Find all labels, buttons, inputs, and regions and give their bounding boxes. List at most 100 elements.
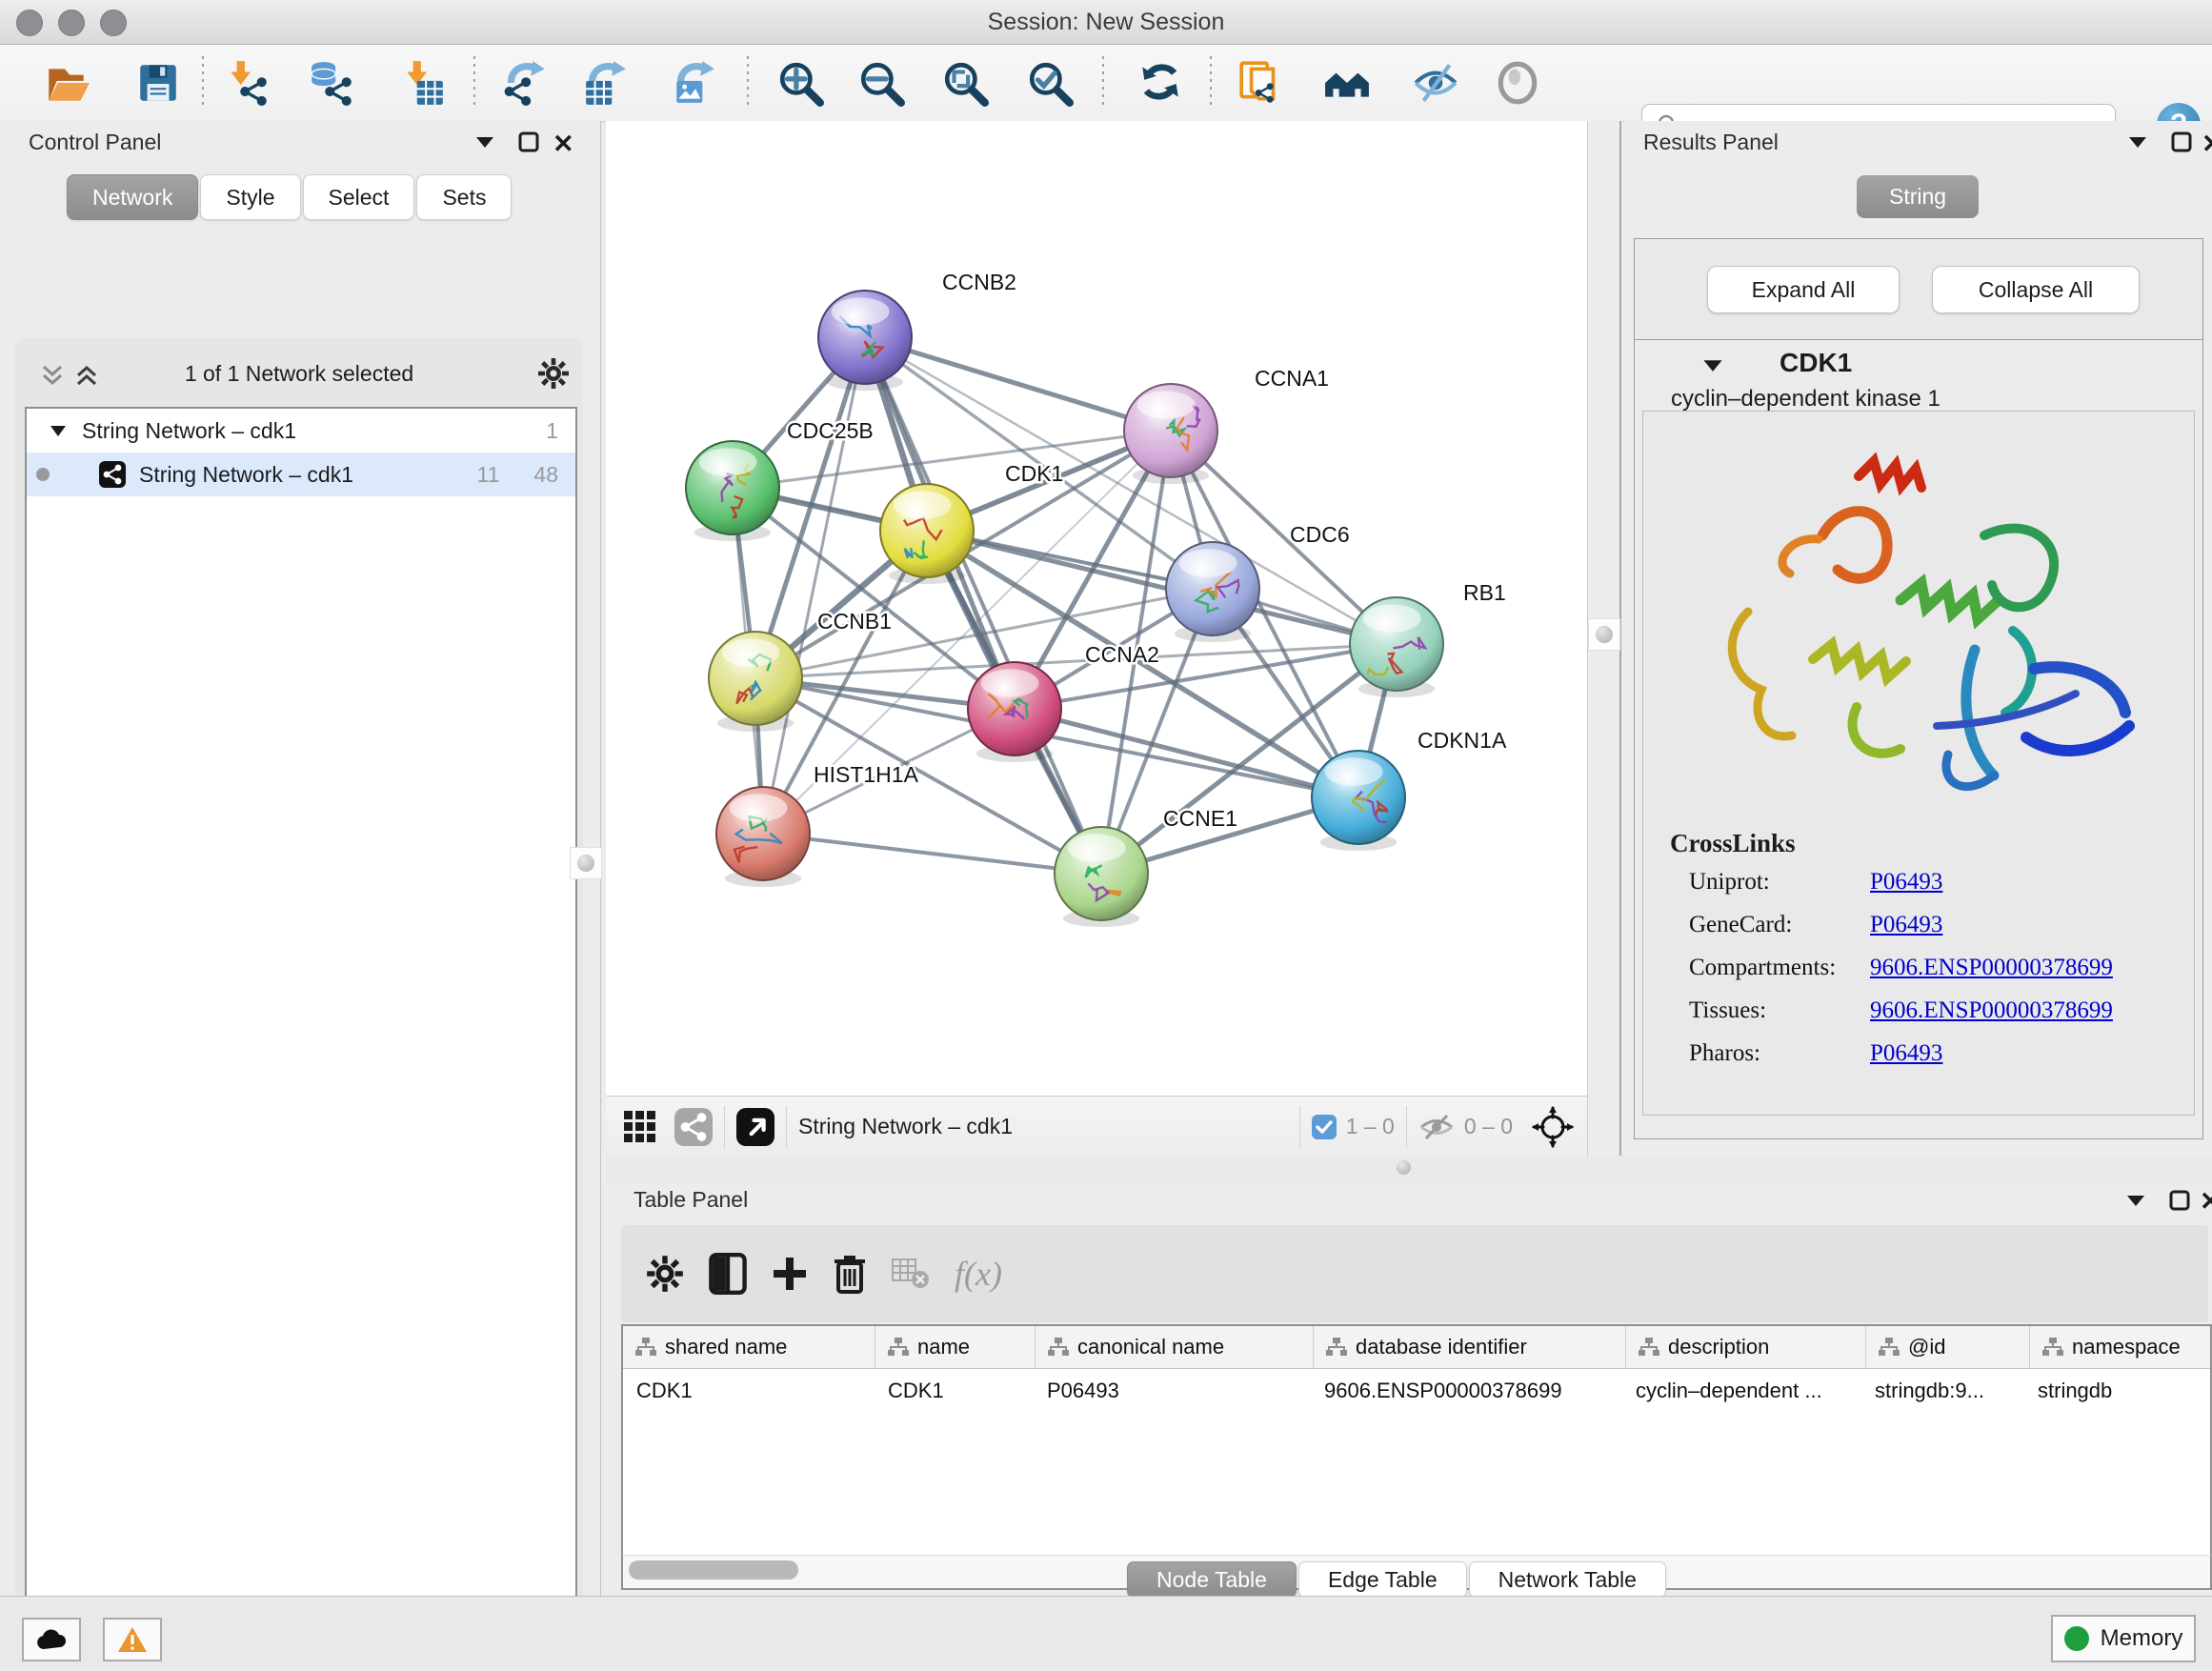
network-node-CDC25B[interactable] xyxy=(686,441,779,541)
network-row[interactable]: String Network – cdk1 11 48 xyxy=(27,453,575,496)
apply-layout-button[interactable] xyxy=(1129,51,1192,114)
warning-status-button[interactable] xyxy=(103,1618,162,1661)
function-builder-icon[interactable]: f(x) xyxy=(955,1254,1002,1294)
panel-float-icon[interactable] xyxy=(2169,1190,2190,1211)
zoom-in-button[interactable] xyxy=(769,51,832,114)
collapse-all-button[interactable]: Collapse All xyxy=(1932,266,2140,313)
column-header-canonical-name[interactable]: canonical name xyxy=(1036,1326,1314,1368)
network-edge-CCNB2-CCNA1[interactable] xyxy=(865,337,1171,431)
network-edge-CDK1-RB1[interactable] xyxy=(927,531,1397,644)
tab-network-table[interactable]: Network Table xyxy=(1469,1561,1666,1598)
zoom-out-button[interactable] xyxy=(850,51,913,114)
import-network-file-button[interactable] xyxy=(215,51,278,114)
left-splitter-handle[interactable] xyxy=(570,847,602,879)
crosslink-link[interactable]: P06493 xyxy=(1870,912,2184,938)
column-header-name[interactable]: name xyxy=(875,1326,1036,1368)
network-node-HIST1H1A[interactable] xyxy=(716,787,810,887)
table-cell[interactable]: CDK1 xyxy=(875,1369,1034,1413)
tab-network[interactable]: Network xyxy=(67,174,198,220)
splitter-dot[interactable] xyxy=(1397,1160,1411,1175)
panel-close-icon[interactable]: ✕ xyxy=(2200,1187,2212,1217)
selected-checkbox-icon[interactable] xyxy=(1312,1115,1337,1139)
show-columns-icon[interactable] xyxy=(709,1253,747,1295)
birds-eye-view-button[interactable] xyxy=(1486,51,1549,114)
warning-icon xyxy=(117,1626,148,1653)
panel-close-icon[interactable]: ✕ xyxy=(2202,130,2212,159)
network-collection-row[interactable]: String Network – cdk1 1 xyxy=(27,409,575,453)
expand-all-button[interactable]: Expand All xyxy=(1707,266,1900,313)
export-network-button[interactable] xyxy=(493,51,556,114)
panel-collapse-icon[interactable] xyxy=(2127,134,2148,150)
string-view-icon[interactable] xyxy=(674,1108,713,1146)
panel-float-icon[interactable] xyxy=(2171,131,2192,152)
network-node-RB1[interactable] xyxy=(1350,597,1443,697)
section-collapse-icon[interactable] xyxy=(1701,357,1724,373)
open-in-window-icon[interactable] xyxy=(736,1108,774,1146)
network-node-CCNE1[interactable] xyxy=(1055,827,1148,927)
clone-network-button[interactable] xyxy=(1230,51,1293,114)
node-label-CDC25B: CDC25B xyxy=(787,418,874,443)
node-table: shared namenamecanonical namedatabase id… xyxy=(621,1324,2212,1557)
column-header-description[interactable]: description xyxy=(1626,1326,1866,1368)
delete-table-icon[interactable] xyxy=(892,1258,930,1289)
network-node-CDC6[interactable] xyxy=(1166,542,1259,642)
right-splitter-handle[interactable] xyxy=(1588,618,1620,651)
import-table-file-button[interactable] xyxy=(392,51,454,114)
table-cell[interactable]: cyclin–dependent ... xyxy=(1622,1369,1861,1413)
panel-float-icon[interactable] xyxy=(518,131,539,152)
column-header-shared-name[interactable]: shared name xyxy=(623,1326,875,1368)
open-session-button[interactable] xyxy=(35,51,98,114)
crosslink-row: Pharos: P06493 xyxy=(1689,1040,2184,1067)
network-node-CDKN1A[interactable] xyxy=(1312,751,1405,851)
panel-collapse-icon[interactable] xyxy=(2125,1193,2146,1208)
panel-close-icon[interactable]: ✕ xyxy=(553,130,574,159)
export-image-button[interactable] xyxy=(663,51,726,114)
crosslink-link[interactable]: P06493 xyxy=(1870,869,2184,896)
table-row[interactable]: CDK1CDK1P064939606.ENSP00000378699cyclin… xyxy=(623,1369,2210,1413)
panel-collapse-icon[interactable] xyxy=(474,134,495,150)
table-cell[interactable]: CDK1 xyxy=(623,1369,875,1413)
fit-selected-crosshair-icon[interactable] xyxy=(1532,1106,1574,1148)
network-view-canvas[interactable]: CCNB2CCNA1CDC25BCDK1CDC6RB1CCNB1CCNA2CDK… xyxy=(606,121,1587,1096)
zoom-fit-button[interactable] xyxy=(934,51,996,114)
network-node-CCNA1[interactable] xyxy=(1124,384,1217,484)
column-header-database-identifier[interactable]: database identifier xyxy=(1314,1326,1626,1368)
save-session-button[interactable] xyxy=(127,51,190,114)
crosslink-link[interactable]: 9606.ENSP00000378699 xyxy=(1870,955,2184,981)
network-edge-CCNB2-CCNE1[interactable] xyxy=(865,337,1101,874)
scrollbar-thumb[interactable] xyxy=(629,1560,798,1580)
memory-button[interactable]: Memory xyxy=(2051,1615,2196,1662)
crosslink-link[interactable]: P06493 xyxy=(1870,1040,2184,1067)
column-header--id[interactable]: @id xyxy=(1866,1326,2030,1368)
network-options-gear-icon[interactable] xyxy=(537,357,570,390)
zoom-selected-button[interactable] xyxy=(1018,51,1081,114)
table-cell[interactable]: 9606.ENSP00000378699 xyxy=(1311,1369,1622,1413)
network-edge-CCNB2-HIST1H1A[interactable] xyxy=(763,337,865,834)
column-header-namespace[interactable]: namespace xyxy=(2030,1326,2212,1368)
tree-expand-icon[interactable] xyxy=(50,424,67,437)
cloud-status-button[interactable] xyxy=(22,1618,81,1661)
table-panel-splitter[interactable] xyxy=(606,1156,2212,1181)
tab-select[interactable]: Select xyxy=(303,174,415,220)
crosslink-link[interactable]: 9606.ENSP00000378699 xyxy=(1870,997,2184,1024)
add-column-icon[interactable] xyxy=(772,1256,808,1292)
tab-style[interactable]: Style xyxy=(200,174,300,220)
hidden-eye-icon[interactable] xyxy=(1418,1113,1455,1141)
table-cell[interactable]: P06493 xyxy=(1034,1369,1311,1413)
show-graphics-details-button[interactable] xyxy=(1404,51,1467,114)
delete-column-trash-icon[interactable] xyxy=(833,1254,867,1294)
status-bar: Memory xyxy=(0,1596,2212,1671)
network-edge-HIST1H1A-CCNE1[interactable] xyxy=(763,834,1101,874)
tab-sets[interactable]: Sets xyxy=(416,174,512,220)
crosslinks-heading: CrossLinks xyxy=(1670,829,1796,858)
table-cell[interactable]: stringdb:9... xyxy=(1861,1369,2024,1413)
first-neighbors-button[interactable] xyxy=(1316,51,1378,114)
import-network-database-button[interactable] xyxy=(300,51,363,114)
table-cell[interactable]: stringdb xyxy=(2024,1369,2212,1413)
table-settings-gear-icon[interactable] xyxy=(646,1255,684,1293)
tab-node-table[interactable]: Node Table xyxy=(1127,1561,1297,1598)
tab-string[interactable]: String xyxy=(1857,175,1979,218)
export-table-button[interactable] xyxy=(574,51,637,114)
tab-edge-table[interactable]: Edge Table xyxy=(1298,1561,1467,1598)
grid-view-icon[interactable] xyxy=(623,1110,657,1144)
